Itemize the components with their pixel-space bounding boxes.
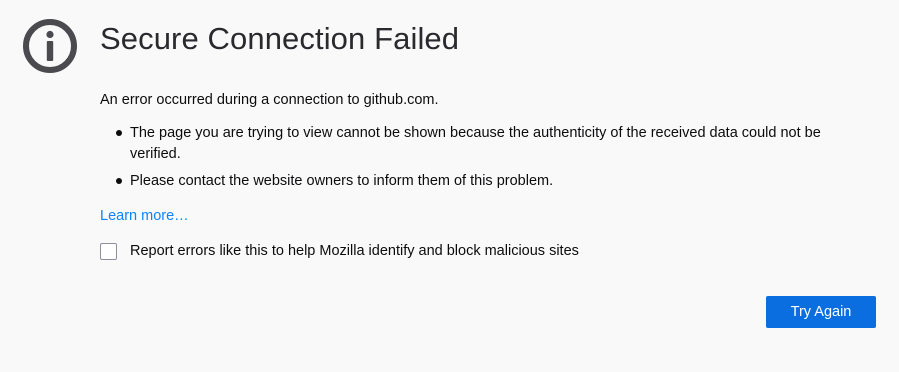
list-item: The page you are trying to view cannot b… (100, 123, 860, 165)
error-description: An error occurred during a connection to… (100, 92, 439, 108)
try-again-button[interactable]: Try Again (766, 296, 876, 328)
report-errors-label: Report errors like this to help Mozilla … (130, 243, 579, 259)
report-errors-option[interactable]: Report errors like this to help Mozilla … (100, 240, 579, 262)
learn-more-link[interactable]: Learn more… (100, 206, 189, 226)
info-icon (22, 18, 78, 74)
error-reasons-list: The page you are trying to view cannot b… (100, 123, 860, 198)
report-errors-checkbox[interactable] (100, 242, 117, 260)
page-title: Secure Connection Failed (100, 21, 460, 56)
list-item: Please contact the website owners to inf… (100, 171, 860, 192)
